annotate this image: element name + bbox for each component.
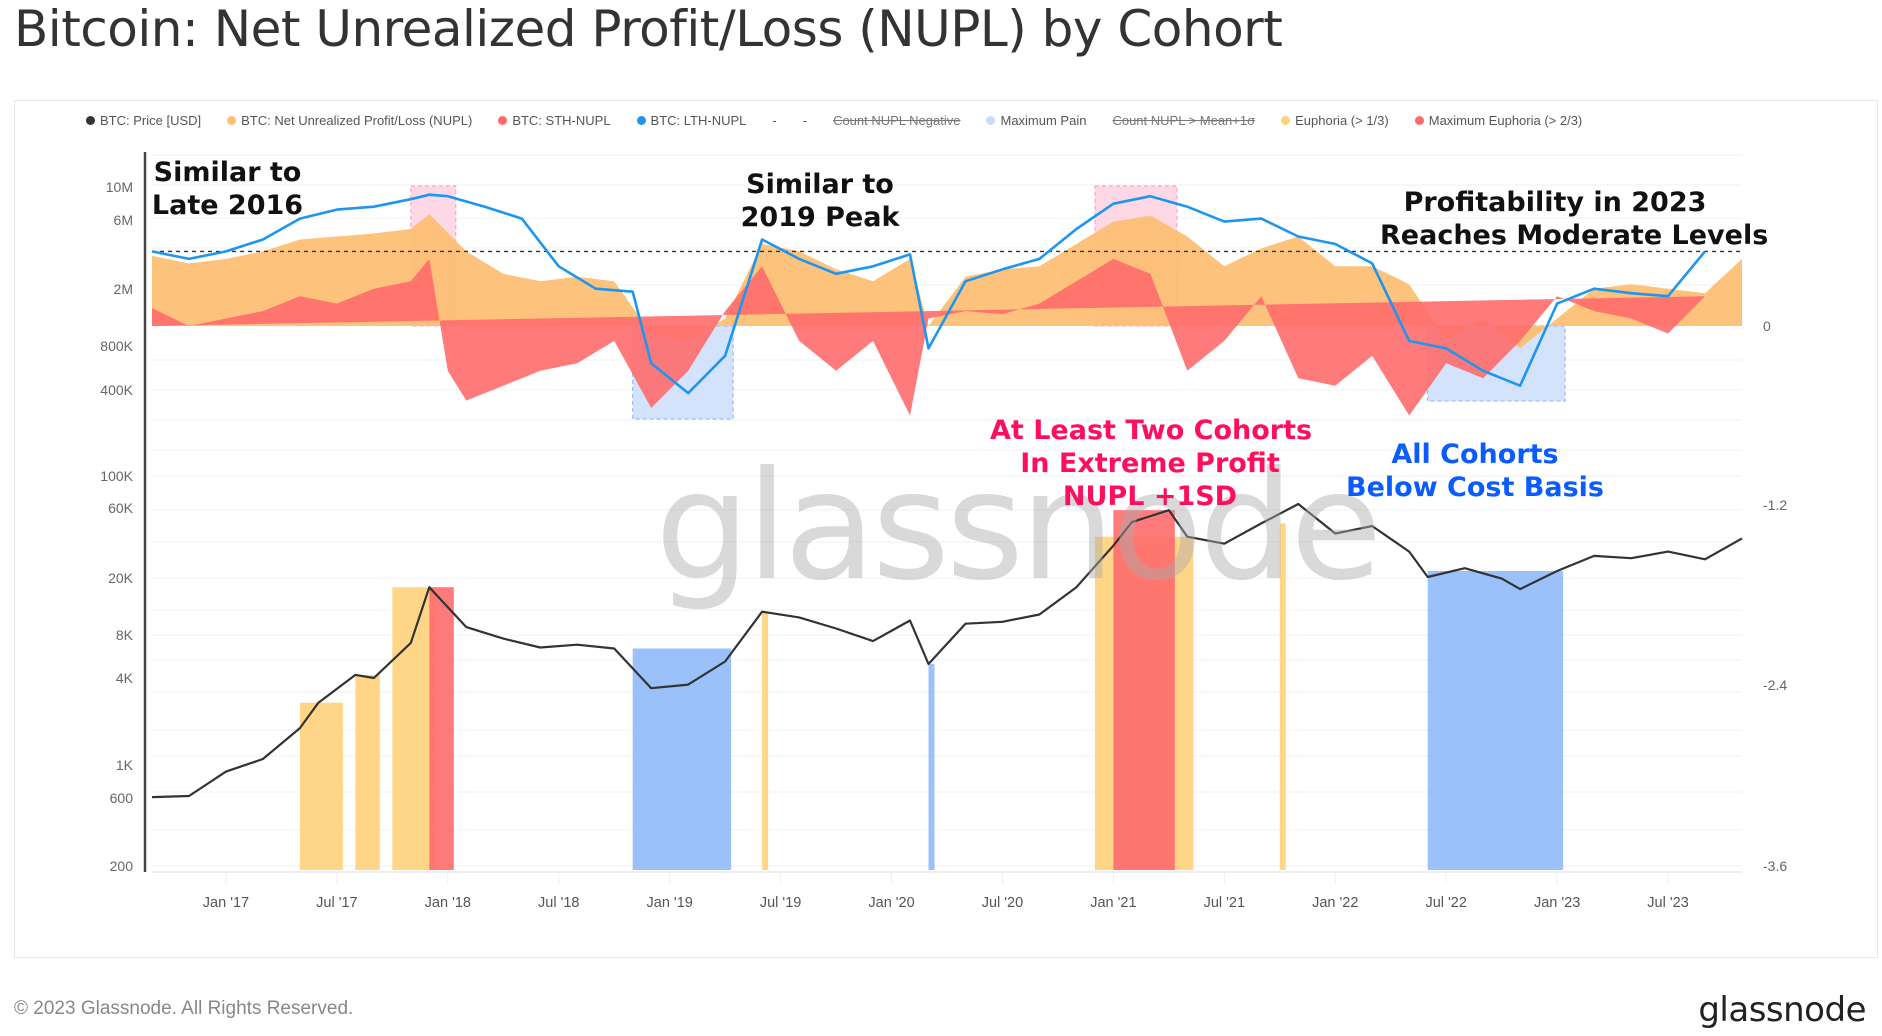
y-left-tick-label: 8K — [116, 627, 134, 643]
footer-logo: glassnode — [1698, 990, 1866, 1030]
y-left-tick-label: 600 — [110, 790, 134, 806]
signal-band — [1427, 571, 1564, 870]
x-tick-label: Jul '17 — [316, 895, 357, 911]
chart-annotation: Profitability in 2023 Reaches Moderate Le… — [1380, 186, 1769, 252]
x-tick-label: Jul '20 — [982, 895, 1023, 911]
annotation-line: At Least Two Cohorts — [990, 415, 1313, 446]
x-tick-label: Jul '18 — [538, 895, 579, 911]
y-right-tick-label: -1.2 — [1763, 497, 1787, 513]
y-left-tick-label: 100K — [100, 468, 133, 484]
x-tick-label: Jan '23 — [1534, 895, 1580, 911]
y-left-tick-label: 60K — [108, 500, 134, 516]
annotation-line: NUPL +1SD — [1062, 481, 1238, 512]
footer-copyright: © 2023 Glassnode. All Rights Reserved. — [14, 998, 354, 1019]
x-tick-label: Jan '20 — [868, 895, 914, 911]
x-tick-label: Jan '21 — [1090, 895, 1136, 911]
signal-band — [1113, 510, 1175, 870]
y-left-tick-label: 2M — [114, 281, 133, 297]
x-tick-label: Jan '22 — [1312, 895, 1358, 911]
annotation-line: Below Cost Basis — [1346, 472, 1604, 503]
y-left-tick-label: 1K — [116, 757, 134, 773]
annotation-line: All Cohorts — [1391, 439, 1559, 470]
annotation-line: Late 2016 — [151, 190, 304, 221]
annotation-line: Reaches Moderate Levels — [1380, 220, 1769, 251]
chart-annotation: All Cohorts Below Cost Basis — [1340, 438, 1610, 504]
chart-annotation: At Least Two Cohorts In Extreme Profit NUP… — [990, 414, 1313, 513]
x-tick-label: Jul '19 — [760, 895, 801, 911]
x-tick-label: Jan '18 — [425, 895, 471, 911]
y-left-tick-label: 6M — [114, 212, 133, 228]
x-tick-label: Jul '22 — [1425, 895, 1466, 911]
x-tick-label: Jul '23 — [1647, 895, 1688, 911]
y-right-tick-label: -2.4 — [1763, 677, 1787, 693]
x-tick-label: Jan '19 — [647, 895, 693, 911]
x-tick-label: Jan '17 — [203, 895, 249, 911]
signal-band — [429, 587, 454, 870]
signal-band — [1279, 523, 1286, 870]
y-right-tick-label: -3.6 — [1763, 858, 1787, 874]
annotation-line: 2019 Peak — [740, 202, 900, 233]
signal-band — [632, 648, 732, 870]
annotation-line: Profitability in 2023 — [1403, 187, 1707, 218]
chart-annotation: Similar to 2019 Peak — [720, 168, 920, 234]
y-right-tick-label: 0 — [1763, 318, 1771, 334]
y-left-tick-label: 200 — [110, 858, 134, 874]
annotation-line: In Extreme Profit — [1020, 448, 1280, 479]
signal-band — [299, 702, 343, 870]
x-tick-label: Jul '21 — [1204, 895, 1245, 911]
annotation-line: Similar to — [746, 169, 894, 200]
y-left-tick-label: 4K — [116, 670, 134, 686]
signal-band — [392, 587, 436, 870]
signal-band — [355, 674, 380, 870]
y-left-tick-label: 800K — [100, 338, 133, 354]
chart-annotation: Similar to Late 2016 — [140, 156, 315, 222]
y-left-tick-label: 400K — [100, 382, 133, 398]
y-left-tick-label: 10M — [106, 179, 133, 195]
signal-band — [762, 611, 769, 870]
annotation-line: Similar to — [153, 157, 302, 188]
y-left-tick-label: 20K — [108, 570, 134, 586]
signal-band — [928, 663, 935, 870]
